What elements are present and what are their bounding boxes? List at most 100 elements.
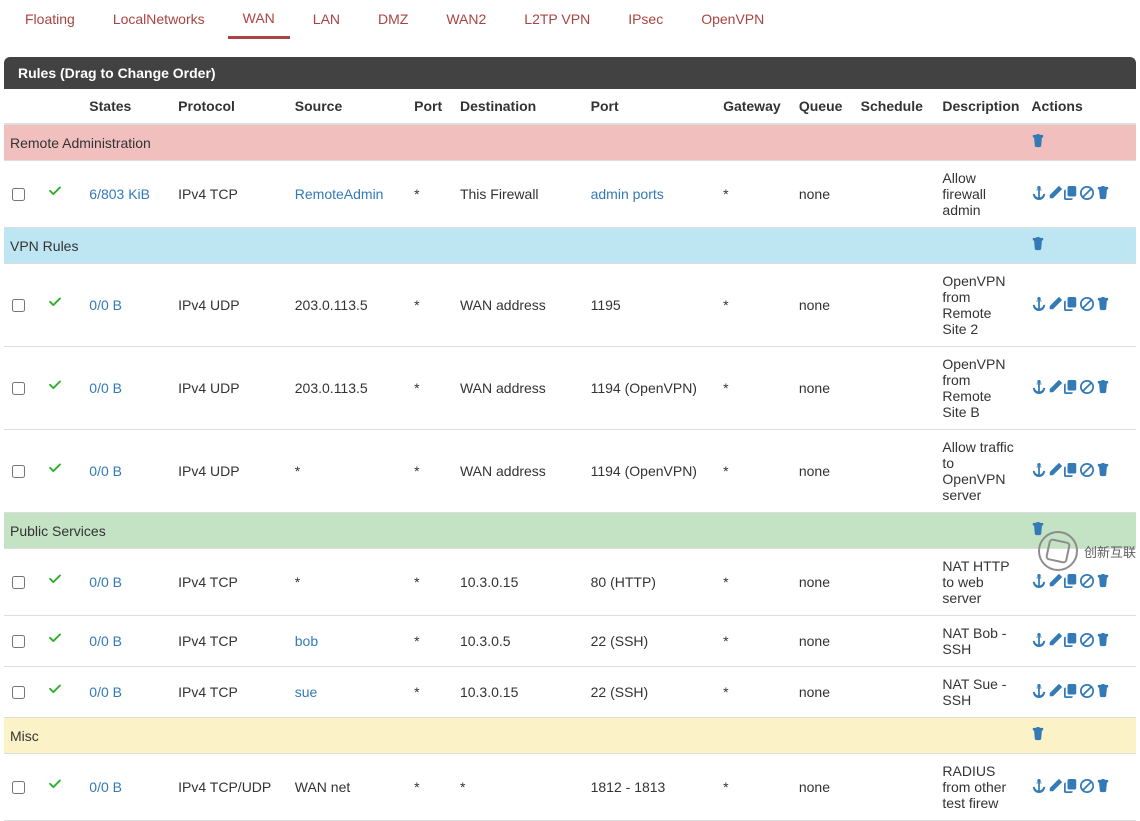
anchor-icon[interactable]: [1032, 380, 1046, 397]
copy-icon[interactable]: [1064, 574, 1078, 591]
rule-row[interactable]: rrentColor">0/0 BIPv4 TCPbob*10.3.0.522 …: [4, 616, 1136, 667]
states-link[interactable]: 6/803 KiB: [89, 186, 150, 202]
disable-icon[interactable]: [1080, 574, 1094, 591]
separator-row[interactable]: Remote Administration: [4, 124, 1136, 161]
schedule-cell: [855, 347, 937, 430]
description-cell: NAT Bob - SSH: [936, 616, 1025, 667]
edit-icon[interactable]: [1048, 574, 1062, 591]
header-description: Description: [936, 89, 1025, 124]
rule-row[interactable]: rrentColor">0/0 BIPv4 UDP203.0.113.5*WAN…: [4, 264, 1136, 347]
select-rule-checkbox[interactable]: [12, 576, 25, 589]
states-link[interactable]: 0/0 B: [89, 463, 122, 479]
anchor-icon[interactable]: [1032, 463, 1046, 480]
anchor-icon[interactable]: [1032, 297, 1046, 314]
select-rule-checkbox[interactable]: [12, 635, 25, 648]
disable-icon[interactable]: [1080, 380, 1094, 397]
copy-icon[interactable]: [1064, 297, 1078, 314]
tab-wan[interactable]: WAN: [228, 0, 290, 39]
source-cell[interactable]: sue: [289, 667, 408, 718]
rule-row[interactable]: rrentColor">0/0 BIPv4 UDP203.0.113.5*WAN…: [4, 347, 1136, 430]
select-rule-checkbox[interactable]: [12, 382, 25, 395]
separator-row[interactable]: VPN Rules: [4, 228, 1136, 264]
destination-cell: This Firewall: [454, 161, 585, 228]
anchor-icon[interactable]: [1032, 574, 1046, 591]
delete-icon[interactable]: [1096, 574, 1110, 591]
edit-icon[interactable]: [1048, 297, 1062, 314]
anchor-icon[interactable]: [1032, 186, 1046, 203]
queue-cell: none: [793, 264, 855, 347]
disable-icon[interactable]: [1080, 779, 1094, 796]
states-link[interactable]: 0/0 B: [89, 380, 122, 396]
tab-localnetworks[interactable]: LocalNetworks: [98, 1, 220, 39]
copy-icon[interactable]: [1064, 684, 1078, 701]
anchor-icon[interactable]: [1032, 779, 1046, 796]
edit-icon[interactable]: [1048, 463, 1062, 480]
states-link[interactable]: 0/0 B: [89, 574, 122, 590]
tab-floating[interactable]: Floating: [10, 1, 90, 39]
disable-icon[interactable]: [1080, 684, 1094, 701]
delete-icon[interactable]: [1096, 684, 1110, 701]
source-cell[interactable]: bob: [289, 616, 408, 667]
rule-row[interactable]: rrentColor">0/0 BIPv4 TCP/UDPWAN net**18…: [4, 754, 1136, 821]
rule-row[interactable]: rrentColor">6/803 KiBIPv4 TCPRemoteAdmin…: [4, 161, 1136, 228]
copy-icon[interactable]: [1064, 186, 1078, 203]
disable-icon[interactable]: [1080, 186, 1094, 203]
separator-row[interactable]: Misc: [4, 718, 1136, 754]
anchor-icon[interactable]: [1032, 684, 1046, 701]
delete-icon[interactable]: [1096, 380, 1110, 397]
states-link[interactable]: 0/0 B: [89, 684, 122, 700]
rule-row[interactable]: rrentColor">0/0 BIPv4 TCP**10.3.0.1580 (…: [4, 549, 1136, 616]
destination-cell: WAN address: [454, 430, 585, 513]
source-port-cell: *: [408, 616, 454, 667]
delete-icon[interactable]: [1096, 779, 1110, 796]
tab-openvpn[interactable]: OpenVPN: [686, 1, 779, 39]
edit-icon[interactable]: [1048, 684, 1062, 701]
queue-cell: none: [793, 347, 855, 430]
copy-icon[interactable]: [1064, 463, 1078, 480]
edit-icon[interactable]: [1048, 779, 1062, 796]
edit-icon[interactable]: [1048, 186, 1062, 203]
delete-icon[interactable]: [1096, 297, 1110, 314]
tab-l2tp-vpn[interactable]: L2TP VPN: [509, 1, 605, 39]
source-cell: 203.0.113.5: [289, 264, 408, 347]
rules-table: States Protocol Source Port Destination …: [4, 89, 1136, 821]
select-rule-checkbox[interactable]: [12, 188, 25, 201]
select-rule-checkbox[interactable]: [12, 781, 25, 794]
copy-icon[interactable]: [1064, 633, 1078, 650]
disable-icon[interactable]: [1080, 463, 1094, 480]
states-link[interactable]: 0/0 B: [89, 779, 122, 795]
delete-separator-icon[interactable]: [1031, 238, 1045, 254]
states-link[interactable]: 0/0 B: [89, 633, 122, 649]
anchor-icon[interactable]: [1032, 633, 1046, 650]
states-link[interactable]: 0/0 B: [89, 297, 122, 313]
rule-row[interactable]: rrentColor">0/0 BIPv4 UDP**WAN address11…: [4, 430, 1136, 513]
copy-icon[interactable]: [1064, 380, 1078, 397]
edit-icon[interactable]: [1048, 633, 1062, 650]
disable-icon[interactable]: [1080, 633, 1094, 650]
header-src-port: Port: [408, 89, 454, 124]
select-rule-checkbox[interactable]: [12, 465, 25, 478]
delete-separator-icon[interactable]: [1031, 728, 1045, 744]
tab-lan[interactable]: LAN: [298, 1, 355, 39]
delete-icon[interactable]: [1096, 463, 1110, 480]
rule-row[interactable]: rrentColor">0/0 BIPv4 TCPsue*10.3.0.1522…: [4, 667, 1136, 718]
delete-separator-icon[interactable]: [1031, 135, 1045, 151]
tab-dmz[interactable]: DMZ: [363, 1, 423, 39]
select-rule-checkbox[interactable]: [12, 299, 25, 312]
edit-icon[interactable]: [1048, 380, 1062, 397]
select-rule-checkbox[interactable]: [12, 686, 25, 699]
schedule-cell: [855, 161, 937, 228]
delete-icon[interactable]: [1096, 186, 1110, 203]
table-header-row: States Protocol Source Port Destination …: [4, 89, 1136, 124]
delete-separator-icon[interactable]: [1031, 523, 1045, 539]
tab-wan2[interactable]: WAN2: [431, 1, 501, 39]
delete-icon[interactable]: [1096, 633, 1110, 650]
separator-row[interactable]: Public Services: [4, 513, 1136, 549]
disable-icon[interactable]: [1080, 297, 1094, 314]
destination-port-cell[interactable]: admin ports: [585, 161, 717, 228]
copy-icon[interactable]: [1064, 779, 1078, 796]
queue-cell: none: [793, 549, 855, 616]
source-cell[interactable]: RemoteAdmin: [289, 161, 408, 228]
queue-cell: none: [793, 161, 855, 228]
tab-ipsec[interactable]: IPsec: [613, 1, 678, 39]
